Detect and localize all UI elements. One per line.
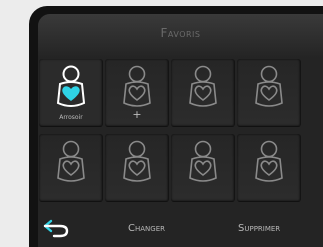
user-heart-icon <box>189 65 217 107</box>
add-favorite-plus: + <box>132 108 142 121</box>
favorite-slot-7[interactable] <box>171 134 235 202</box>
back-button[interactable] <box>42 217 72 239</box>
page-title: Favoris <box>160 26 201 40</box>
favorite-slot-3[interactable] <box>171 59 235 127</box>
change-button[interactable]: Changer <box>128 223 165 234</box>
title-bar: Favoris <box>38 14 323 58</box>
user-heart-icon <box>189 140 217 182</box>
device-frame: Favoris Arrosoir + Changer Supprimer <box>29 6 323 247</box>
screen: Favoris Arrosoir + Changer Supprimer <box>38 14 323 247</box>
favorite-slot-6[interactable] <box>105 134 169 202</box>
favorite-slot-5[interactable] <box>39 134 103 202</box>
footer-bar: Changer Supprimer <box>38 210 323 247</box>
user-heart-icon <box>123 65 151 107</box>
favorite-slot-1[interactable]: Arrosoir <box>39 59 103 127</box>
user-heart-icon <box>255 140 283 182</box>
user-heart-icon <box>255 65 283 107</box>
user-heart-icon <box>123 140 151 182</box>
user-heart-icon <box>57 140 85 182</box>
user-heart-icon <box>56 65 86 107</box>
delete-button[interactable]: Supprimer <box>238 223 280 234</box>
favorite-slot-4[interactable] <box>237 59 301 127</box>
favorite-slot-label: Arrosoir <box>59 114 83 121</box>
back-arrow-icon <box>43 219 69 238</box>
favorites-grid: Arrosoir + <box>39 58 323 208</box>
favorite-slot-2[interactable]: + <box>105 59 169 127</box>
favorite-slot-8[interactable] <box>237 134 301 202</box>
